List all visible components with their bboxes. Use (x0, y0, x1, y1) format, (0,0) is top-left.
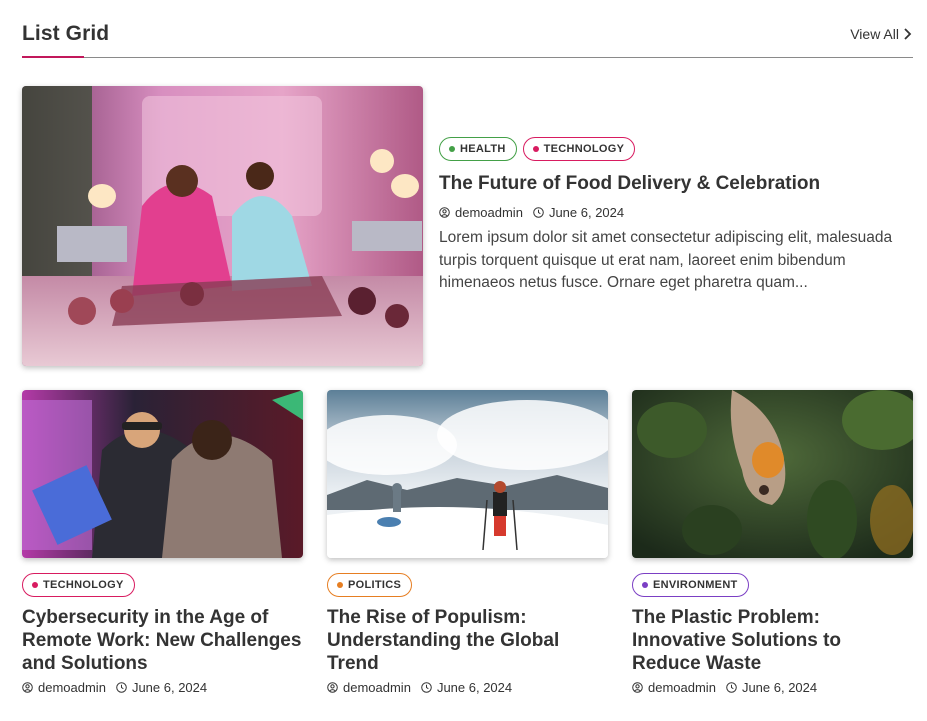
post-meta: demoadmin June 6, 2024 (327, 680, 522, 695)
user-circle-icon (439, 207, 450, 218)
author-name: demoadmin (38, 680, 106, 695)
title-accent-bar (22, 56, 84, 58)
post-author[interactable]: demoadmin (632, 680, 716, 695)
clock-icon (116, 682, 127, 693)
post-meta: demoadmin June 6, 2024 (22, 680, 217, 695)
user-circle-icon (22, 682, 33, 693)
tag-label: TECHNOLOGY (543, 143, 625, 155)
post-meta: demoadmin June 6, 2024 (632, 680, 827, 695)
tag-dot (449, 146, 455, 152)
chevron-right-icon (904, 28, 912, 40)
section-header: List Grid View All (22, 20, 913, 58)
post-date: June 6, 2024 (533, 205, 624, 220)
post-title[interactable]: Cybersecurity in the Age of Remote Work:… (22, 606, 303, 675)
author-name: demoadmin (455, 205, 523, 220)
tag-dot (32, 582, 38, 588)
post-tags: ENVIRONMENT (632, 573, 749, 597)
post-author[interactable]: demoadmin (439, 205, 523, 220)
section-title: List Grid (22, 22, 110, 45)
featured-post-excerpt: Lorem ipsum dolor sit amet consectetur a… (439, 229, 893, 292)
tag-label: POLITICS (348, 579, 402, 591)
view-all-label: View All (850, 26, 899, 42)
tag-technology[interactable]: TECHNOLOGY (22, 573, 135, 597)
featured-post-meta: demoadmin June 6, 2024 (439, 205, 634, 220)
author-name: demoadmin (648, 680, 716, 695)
post-image[interactable] (632, 390, 913, 558)
user-circle-icon (327, 682, 338, 693)
date-text: June 6, 2024 (548, 205, 625, 220)
post-title[interactable]: The Plastic Problem: Innovative Solution… (632, 606, 913, 675)
tag-label: TECHNOLOGY (43, 579, 124, 591)
tag-health[interactable]: HEALTH (439, 137, 517, 161)
view-all-link[interactable]: View All (850, 26, 913, 42)
post-author[interactable]: demoadmin (22, 680, 106, 695)
tag-dot (532, 146, 539, 152)
featured-post-image[interactable] (22, 86, 423, 366)
date-text: June 6, 2024 (436, 680, 513, 695)
post-date: June 6, 2024 (116, 680, 207, 695)
tag-label: HEALTH (460, 143, 506, 155)
post-tags: POLITICS (327, 573, 413, 597)
post-date: June 6, 2024 (726, 680, 817, 695)
post-date: June 6, 2024 (421, 680, 512, 695)
user-circle-icon (632, 682, 643, 693)
date-text: June 6, 2024 (741, 680, 818, 695)
tag-technology[interactable]: TECHNOLOGY (522, 137, 636, 161)
featured-tags: HEALTH TECHNOLOGY (439, 137, 636, 161)
clock-icon (421, 682, 432, 693)
post-tags: TECHNOLOGY (22, 573, 135, 597)
date-text: June 6, 2024 (131, 680, 208, 695)
featured-post-title[interactable]: The Future of Food Delivery & Celebratio… (439, 172, 909, 195)
tag-environment[interactable]: ENVIRONMENT (632, 573, 749, 597)
post-image[interactable] (22, 390, 303, 558)
clock-icon (726, 682, 737, 693)
tag-label: ENVIRONMENT (653, 579, 738, 591)
author-name: demoadmin (343, 680, 411, 695)
post-author[interactable]: demoadmin (327, 680, 411, 695)
tag-dot (642, 582, 648, 588)
tag-dot (337, 582, 343, 588)
post-image[interactable] (327, 390, 608, 558)
clock-icon (533, 207, 544, 218)
post-title[interactable]: The Rise of Populism: Understanding the … (327, 606, 608, 675)
tag-politics[interactable]: POLITICS (327, 573, 413, 597)
